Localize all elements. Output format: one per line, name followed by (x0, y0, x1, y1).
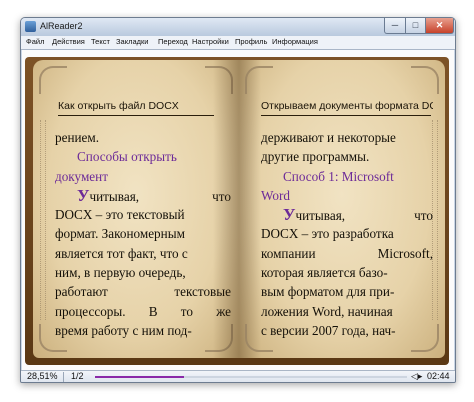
menu-file[interactable]: Файл (26, 37, 44, 46)
drop-cap: У (283, 205, 296, 225)
menu-bookmarks[interactable]: Закладки (116, 37, 148, 46)
menu-profile[interactable]: Профиль (235, 37, 267, 46)
text-line: рением. (55, 130, 100, 145)
ornament-border (40, 120, 46, 320)
text-line: Учитывая, что (77, 185, 231, 205)
reading-progress-fill (95, 376, 184, 378)
text-line: ложения Word, начиная (261, 303, 393, 319)
left-page[interactable]: Как открыть файл DOCX рением. Способы от… (33, 60, 239, 358)
right-page-header: Открываем документы формата DO... (261, 100, 433, 112)
menu-actions[interactable]: Действия (52, 37, 85, 46)
menu-info[interactable]: Информация (272, 37, 318, 46)
menu-settings[interactable]: Настройки (192, 37, 229, 46)
ornament-corner (411, 66, 439, 94)
right-page[interactable]: Открываем документы формата DO... держив… (239, 60, 445, 358)
left-page-header: Как открыть файл DOCX (58, 100, 179, 112)
page-counter[interactable]: 1/2 (71, 371, 84, 381)
status-bar: 28,51% 1/2 ◁▸ 02:44 (21, 370, 455, 382)
title-bar[interactable]: AlReader2 ─ □ ✕ (21, 18, 455, 36)
maximize-button[interactable]: □ (405, 18, 426, 34)
section-heading: Способы открыть (77, 149, 177, 165)
ornament-corner (205, 66, 233, 94)
text-line: формат. Закономерным (55, 226, 185, 242)
text-line: вым форматом для при- (261, 284, 395, 300)
app-window: AlReader2 ─ □ ✕ Файл Действия Текст Закл… (20, 17, 456, 383)
menu-bar: Файл Действия Текст Закладки Переход Нас… (21, 36, 455, 50)
section-heading: документ (55, 168, 108, 184)
battery-icon: ◁▸ (411, 371, 423, 381)
drop-cap: У (77, 185, 90, 205)
reading-progress-bar[interactable] (95, 376, 407, 378)
minimize-button[interactable]: ─ (384, 18, 406, 34)
menu-text[interactable]: Текст (91, 37, 110, 46)
section-heading: Word (261, 187, 290, 203)
window-title: AlReader2 (40, 21, 83, 31)
text-line: является тот факт, что с (55, 245, 188, 261)
text-line: которая является базо- (261, 265, 388, 281)
ornament-corner (245, 66, 273, 94)
text-line: DOCX – это текстовый (55, 207, 185, 223)
section-heading: Способ 1: Microsoft (283, 168, 394, 184)
progress-percent: 28,51% (27, 371, 58, 381)
text-line: компании Microsoft, (261, 245, 433, 261)
text-line: ним, в первую очередь, (55, 265, 186, 281)
app-icon (25, 21, 36, 32)
text-line: держивают и некоторые (261, 130, 396, 145)
text-line: время работу с ним под- (55, 322, 192, 338)
status-separator (63, 372, 64, 382)
text-line: другие программы. (261, 149, 370, 165)
header-rule (58, 115, 214, 116)
ornament-corner (39, 66, 67, 94)
text-line: процессоры. В то же (55, 303, 231, 319)
clock: 02:44 (427, 371, 450, 381)
reading-area[interactable]: Как открыть файл DOCX рением. Способы от… (22, 50, 454, 370)
text-line: с версии 2007 года, нач- (261, 322, 396, 338)
menu-navigate[interactable]: Переход (158, 37, 188, 46)
left-page-text: рением. Способы открыть документ Учитыва… (55, 128, 231, 340)
header-rule (261, 115, 431, 116)
right-page-text: держивают и некоторые другие программы. … (261, 128, 433, 340)
close-button[interactable]: ✕ (425, 18, 454, 34)
text-line: DOCX – это разработка (261, 226, 394, 242)
text-line: работают текстовые (55, 284, 231, 300)
text-line: Учитывая, что (283, 205, 433, 225)
